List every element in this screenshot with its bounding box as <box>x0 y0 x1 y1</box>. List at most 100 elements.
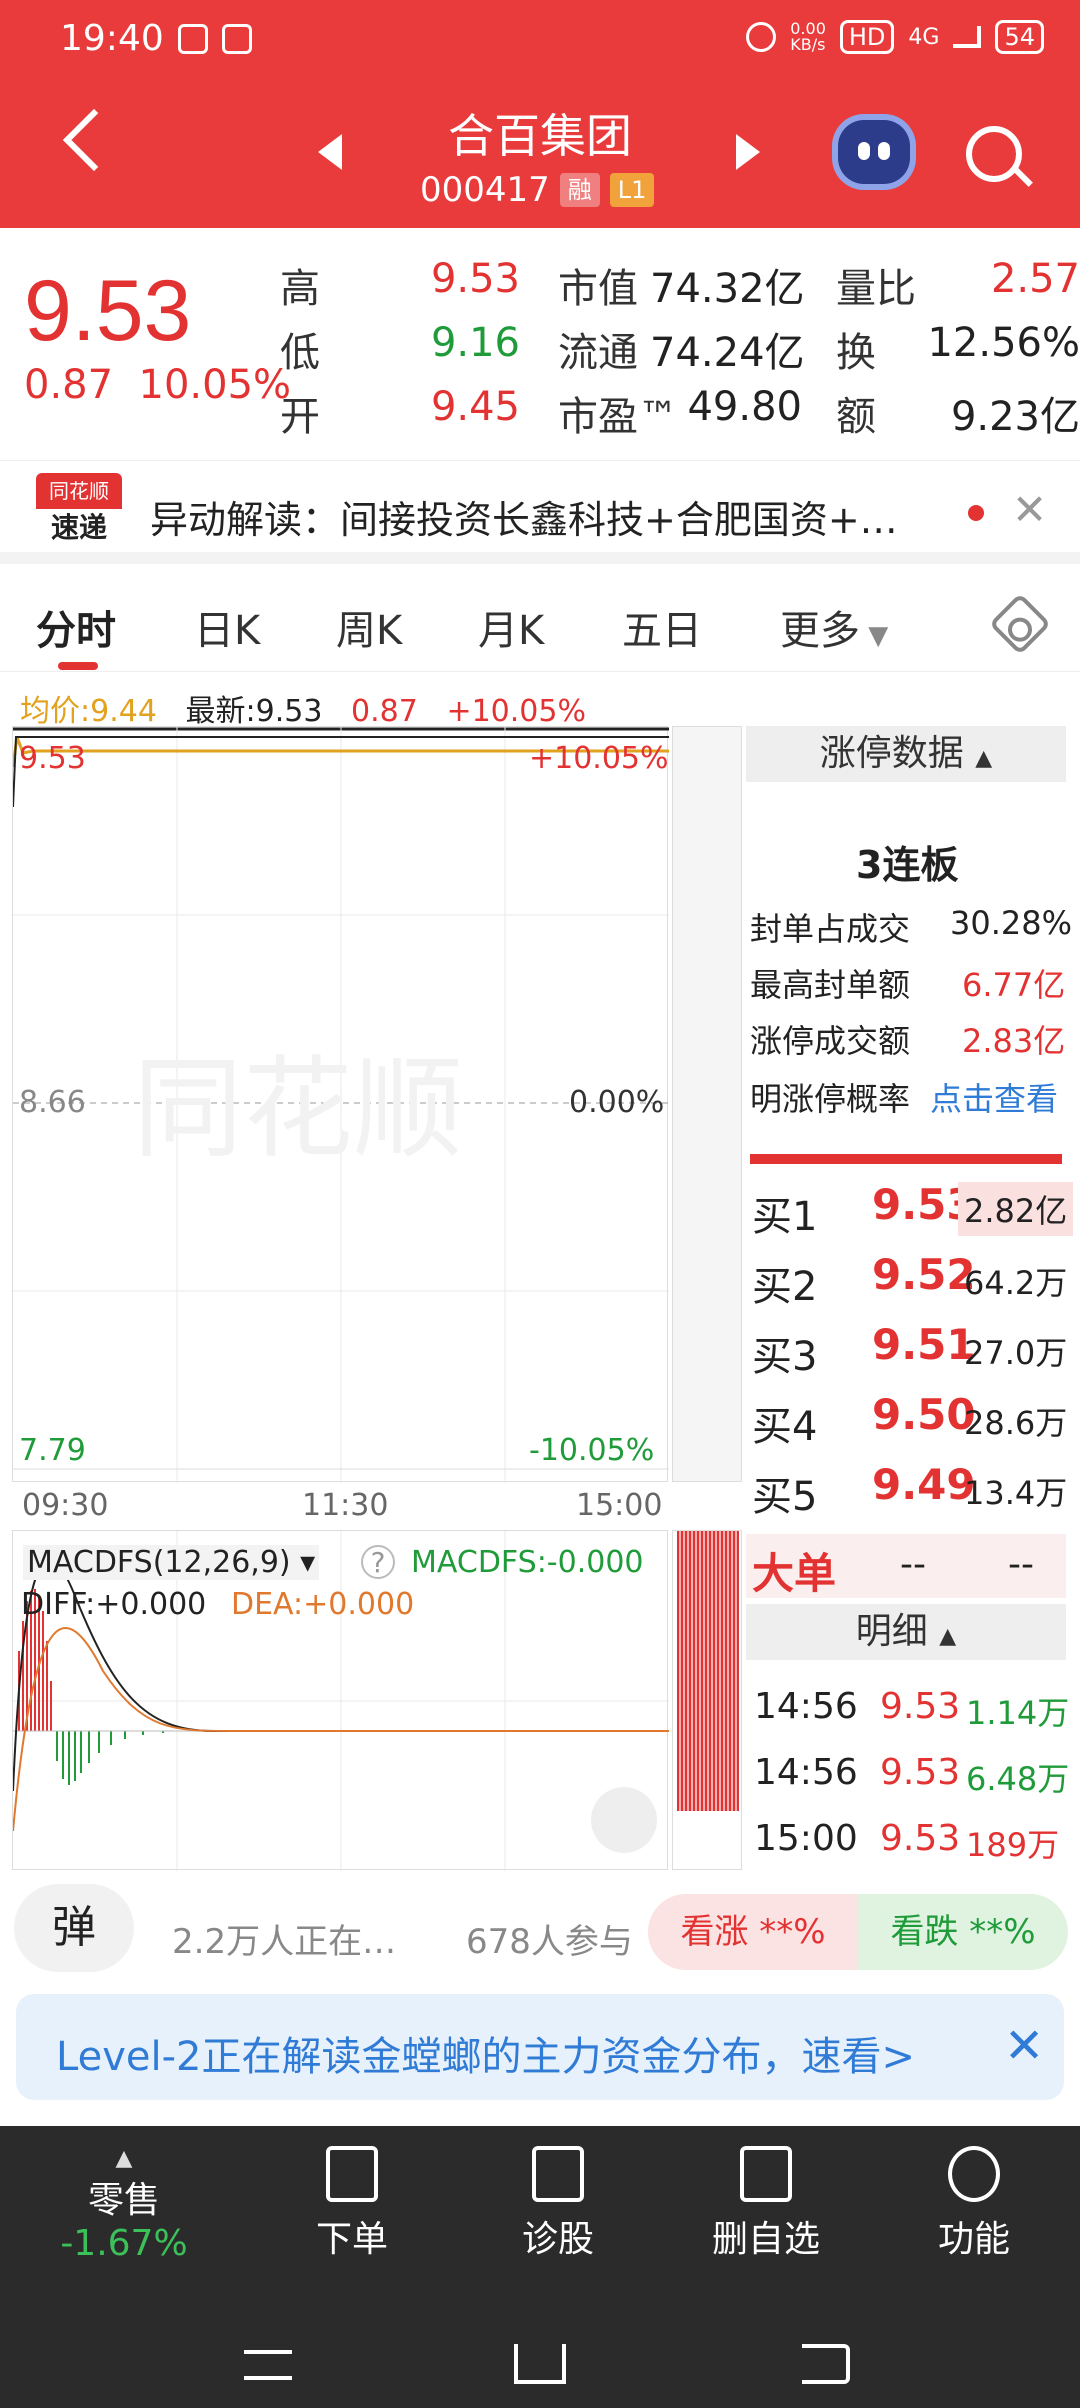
tab-more-label: 更多 <box>780 608 860 654</box>
open-label: 开 <box>280 394 320 440</box>
status-bar: 19:40 0.00 KB/s HD 4G 54 <box>0 0 1080 80</box>
avg-value: 9.44 <box>90 694 157 729</box>
mktcap-value: 74.32亿 <box>650 266 805 312</box>
bid-price-3: 9.51 <box>872 1320 976 1369</box>
tab-daily-k[interactable]: 日K <box>194 598 260 656</box>
change-percent: 10.05% <box>138 362 292 408</box>
signal-icon <box>953 26 982 48</box>
limit-item-label-1: 最高封单额 <box>750 966 911 1004</box>
pct-mid-label: 0.00% <box>569 1085 665 1120</box>
macd-volume-column <box>672 1530 742 1870</box>
bid-vol-5: 13.4万 <box>964 1474 1068 1512</box>
tab-monthly-k[interactable]: 月K <box>478 598 544 656</box>
vote-up-button[interactable]: 看涨 **% <box>648 1894 858 1970</box>
tab-five-day[interactable]: 五日 <box>622 598 702 656</box>
level2-banner[interactable]: Level-2正在解读金螳螂的主力资金分布，速看> ✕ <box>16 1994 1064 2100</box>
active-tab-indicator <box>58 662 98 670</box>
bid-vol-1: 2.82亿 <box>958 1182 1074 1236</box>
limit-streak: 3连板 <box>856 843 959 887</box>
bid-price-5: 9.49 <box>872 1460 976 1509</box>
menu-circle-icon <box>948 2146 1000 2202</box>
dea-value: DEA:+0.000 <box>231 1587 415 1622</box>
menu-icon[interactable] <box>244 2350 292 2380</box>
limit-data-header[interactable]: 涨停数据 ▲ <box>746 726 1066 782</box>
amount-value: 9.23亿 <box>950 394 1080 440</box>
retail-label: 零售 <box>87 2180 160 2221</box>
big-order-row[interactable]: 大单 -- -- <box>746 1534 1066 1598</box>
retail-index[interactable]: ▲ 零售 -1.67% <box>34 2146 214 2264</box>
limit-item-value-2: 2.83亿 <box>962 1022 1066 1060</box>
float-label: 流通 <box>558 330 638 376</box>
help-icon[interactable]: ? <box>361 1545 395 1579</box>
detail-header[interactable]: 明细 ▲ <box>746 1604 1066 1660</box>
danmu-button[interactable]: 弹 <box>14 1884 134 1972</box>
retail-pct: -1.67% <box>60 2223 188 2264</box>
tab-weekly-k[interactable]: 周K <box>336 598 402 656</box>
chart-tabs: 分时 日K 周K 月K 五日 更多 ▼ <box>0 576 1080 672</box>
news-bar[interactable]: 同花顺 速递 异动解读：间接投资长鑫科技+合肥国资+… ✕ <box>0 460 1080 564</box>
nav-diagnose[interactable]: 诊股 <box>468 2146 648 2262</box>
bid-price-2: 9.52 <box>872 1250 976 1299</box>
divider-red <box>750 1154 1062 1164</box>
stock-code-row: 000417 融 L1 <box>420 170 655 210</box>
tab-intraday[interactable]: 分时 <box>36 598 116 656</box>
detail-time-2: 14:56 <box>754 1752 858 1793</box>
limit-title: 涨停数据 <box>819 733 964 774</box>
collapse-icon: ▲ <box>939 1624 957 1649</box>
macd-chart[interactable]: MACDFS(12,26,9) ▾ ? MACDFS:-0.000 DIFF:+… <box>12 1530 669 1871</box>
bid-label-5: 买5 <box>752 1474 818 1520</box>
nav-functions[interactable]: 功能 <box>884 2146 1064 2262</box>
mktcap-label: 市值 <box>558 266 638 312</box>
news-text[interactable]: 异动解读：间接投资长鑫科技+合肥国资+… <box>150 489 960 544</box>
chart-watermark: 同花顺 <box>133 1045 463 1173</box>
vote-down-button[interactable]: 看跌 **% <box>858 1894 1068 1970</box>
app-header: 19:40 0.00 KB/s HD 4G 54 合百集团 000417 融 L… <box>0 0 1080 228</box>
macd-svg <box>12 1531 669 1871</box>
collapse-icon: ▲ <box>975 746 993 771</box>
nav-remove-watchlist[interactable]: 删自选 <box>676 2146 856 2262</box>
order-icon <box>326 2146 378 2202</box>
x-label-end: 15:00 <box>576 1488 663 1523</box>
search-icon[interactable] <box>966 126 1022 182</box>
home-icon[interactable] <box>514 2344 566 2384</box>
robot-assistant-icon[interactable] <box>838 120 910 184</box>
open-value: 9.45 <box>430 384 520 430</box>
amount-label: 额 <box>836 394 876 440</box>
intraday-chart[interactable]: 同花顺 9.53 8.66 7.79 +10.05% 0.00% -10.05% <box>12 726 669 1483</box>
pe-value: 49.80 <box>687 384 802 430</box>
limit-item-value-1: 6.77亿 <box>962 966 1066 1004</box>
bid-vol-4: 28.6万 <box>964 1404 1068 1442</box>
latest-value: 9.53 <box>255 694 323 729</box>
status-app-icons <box>178 24 252 54</box>
turnover-value: 12.56% <box>927 320 1080 366</box>
low-value: 9.16 <box>430 320 520 366</box>
watching-count: 2.2万人正在… <box>172 1922 397 1962</box>
level2-text[interactable]: Level-2正在解读金螳螂的主力资金分布，速看> <box>56 2024 915 2082</box>
macd-indicator-select[interactable]: MACDFS(12,26,9) ▾ <box>23 1545 320 1580</box>
detail-title: 明细 <box>855 1611 928 1652</box>
turnover-label: 换 <box>836 330 876 376</box>
detail-time-3: 15:00 <box>754 1818 858 1859</box>
bid-label-2: 买2 <box>752 1264 818 1310</box>
close-icon[interactable]: ✕ <box>1012 485 1047 534</box>
volume-bars <box>677 1531 739 1811</box>
expand-icon[interactable] <box>591 1787 657 1853</box>
big-order-label: 大单 <box>752 1549 837 1598</box>
nav-order[interactable]: 下单 <box>262 2146 442 2262</box>
status-time: 19:40 <box>60 18 164 59</box>
back-nav-icon[interactable] <box>802 2344 850 2384</box>
bid-vol-2: 64.2万 <box>964 1264 1068 1302</box>
stock-code: 000417 <box>420 170 550 210</box>
tab-more[interactable]: 更多 ▼ <box>780 598 888 656</box>
close-icon[interactable]: ✕ <box>1004 2018 1044 2074</box>
info-pct: +10.05% <box>446 694 586 729</box>
participants-count: 678人参与 <box>466 1922 633 1962</box>
x-label-start: 09:30 <box>22 1488 109 1523</box>
view-probability-link[interactable]: 点击查看 <box>930 1074 1058 1120</box>
price-change: 0.87 10.05% <box>24 362 291 408</box>
stock-name: 合百集团 <box>448 109 632 163</box>
robot-eye-left <box>858 142 870 160</box>
next-stock-button[interactable] <box>736 134 760 170</box>
pct-top-label: +10.05% <box>529 741 669 776</box>
high-label: 高 <box>280 266 320 312</box>
